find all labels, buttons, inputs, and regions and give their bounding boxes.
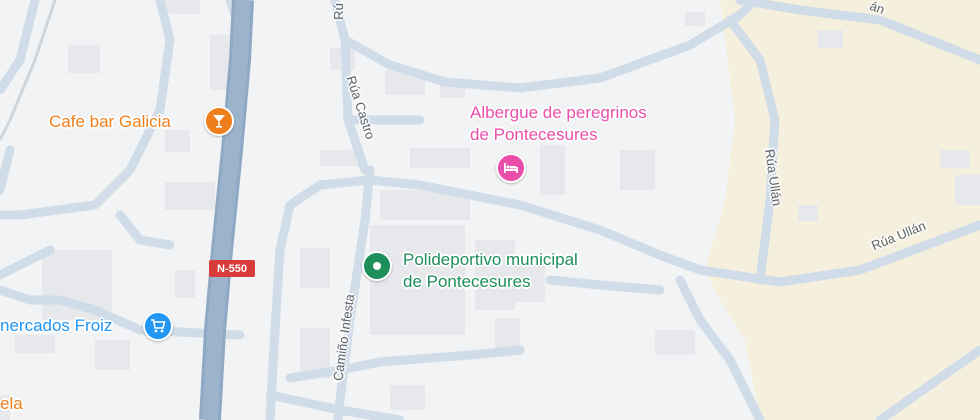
- marker-dot-icon[interactable]: [362, 251, 392, 281]
- bed-icon[interactable]: [496, 153, 526, 183]
- poi-label-albergue-line1[interactable]: Albergue de peregrinos: [470, 102, 647, 123]
- route-shield-n550: N-550: [209, 260, 255, 277]
- street-label-top-ru: Rú: [330, 3, 346, 20]
- map-canvas[interactable]: Rú án Rúa Castro Camiño Infesta Rúa Ullá…: [0, 0, 980, 420]
- poi-label-polideportivo-line1[interactable]: Polideportivo municipal: [403, 249, 578, 270]
- poi-label-albergue-line2[interactable]: de Pontecesures: [470, 124, 598, 145]
- poi-label-polideportivo-line2[interactable]: de Pontecesures: [403, 271, 531, 292]
- cocktail-glass-icon[interactable]: [204, 106, 234, 136]
- poi-label-froiz[interactable]: nercados Froiz: [0, 315, 112, 336]
- map-base-layer: [0, 0, 980, 420]
- poi-label-bottom-left[interactable]: ela: [0, 393, 23, 414]
- poi-label-cafe-bar-galicia[interactable]: Cafe bar Galicia: [49, 111, 171, 132]
- shopping-cart-icon[interactable]: [143, 311, 173, 341]
